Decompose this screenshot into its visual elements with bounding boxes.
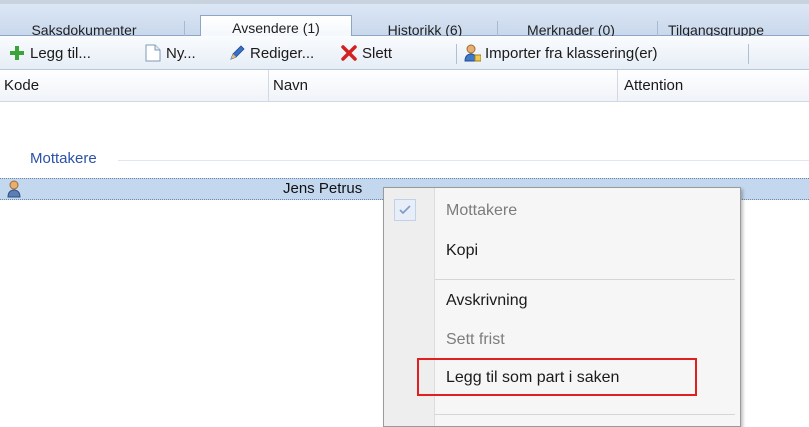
toolbar-separator [748, 44, 749, 64]
pencil-icon [228, 44, 246, 62]
highlight-box [417, 358, 697, 396]
delete-button-label: Slett [362, 44, 393, 62]
import-button[interactable]: Importer fra klassering(er) [463, 42, 658, 64]
tab-bar: Saksdokumenter Avsendere (1) Historikk (… [0, 4, 809, 41]
person-icon [7, 180, 21, 198]
group-header: Mottakere [0, 148, 809, 170]
menu-item-sett-frist[interactable]: Sett frist [446, 331, 505, 349]
add-button[interactable]: Legg til... [8, 42, 91, 64]
context-menu: Mottakere Kopi Avskrivning Sett frist Le… [383, 187, 741, 427]
column-navn[interactable]: Navn [268, 70, 613, 101]
add-button-label: Legg til... [30, 44, 91, 62]
person-import-icon [463, 44, 481, 62]
delete-x-icon [340, 44, 358, 62]
group-divider [118, 160, 809, 161]
menu-item-mottakere[interactable]: Mottakere [446, 202, 517, 220]
row-name: Jens Petrus [283, 180, 363, 197]
import-button-label: Importer fra klassering(er) [485, 44, 658, 62]
new-button-label: Ny... [166, 44, 196, 62]
plus-icon [8, 44, 26, 62]
column-header: Kode Navn Attention [0, 70, 809, 102]
delete-button[interactable]: Slett [340, 42, 392, 64]
column-kode[interactable]: Kode [0, 70, 264, 101]
column-attention[interactable]: Attention [617, 70, 809, 101]
checkmark-icon [394, 199, 416, 221]
group-label: Mottakere [30, 150, 97, 167]
menu-separator [435, 279, 735, 280]
menu-item-avskrivning[interactable]: Avskrivning [446, 292, 528, 310]
menu-item-kopi[interactable]: Kopi [446, 242, 478, 260]
new-button[interactable]: Ny... [144, 42, 196, 64]
new-document-icon [144, 44, 162, 62]
edit-button-label: Rediger... [250, 44, 315, 62]
toolbar-separator [456, 44, 457, 64]
edit-button[interactable]: Rediger... [228, 42, 314, 64]
toolbar: Legg til... Ny... Rediger... Slett Impor… [0, 36, 809, 70]
